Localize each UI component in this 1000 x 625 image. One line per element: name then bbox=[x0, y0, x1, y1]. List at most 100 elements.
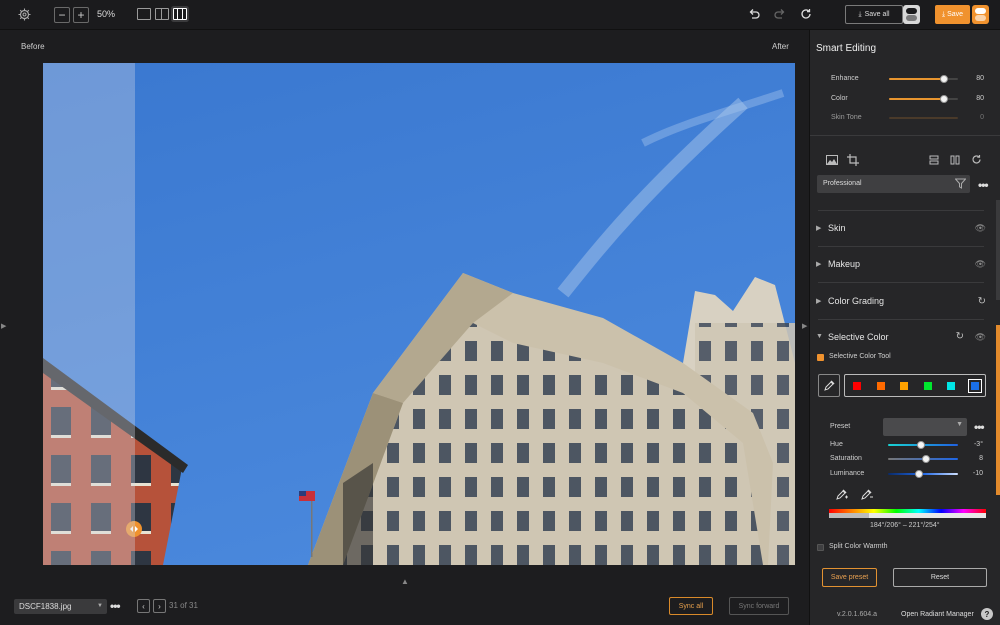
panel-title: Smart Editing bbox=[816, 43, 877, 54]
chevron-down-icon: ▼ bbox=[956, 421, 963, 428]
eyedropper-icon bbox=[823, 380, 835, 391]
file-more-options-icon[interactable]: ••• bbox=[110, 599, 121, 613]
hue-value: -3° bbox=[973, 441, 983, 448]
color-swatch-group bbox=[844, 374, 986, 397]
preset-selector[interactable]: ▼ bbox=[883, 418, 967, 436]
hue-slider[interactable] bbox=[888, 441, 958, 449]
color-swatch[interactable] bbox=[900, 382, 908, 390]
previous-image-button[interactable]: ‹ bbox=[137, 599, 150, 613]
side-by-side-view-icon[interactable] bbox=[155, 8, 169, 20]
rotate-icon[interactable] bbox=[971, 154, 982, 168]
zoom-out-button[interactable]: − bbox=[54, 7, 70, 23]
preset-more-options-icon[interactable]: ••• bbox=[974, 420, 985, 434]
help-icon[interactable]: ? bbox=[981, 608, 993, 620]
skin-tone-slider[interactable] bbox=[889, 117, 958, 119]
settings-gear-icon[interactable] bbox=[17, 7, 31, 21]
profile-more-options-icon[interactable]: ••• bbox=[978, 178, 989, 192]
luminance-slider-thumb[interactable] bbox=[915, 470, 923, 478]
split-color-warmth-checkbox[interactable] bbox=[817, 544, 824, 551]
preset-label: Preset bbox=[830, 423, 851, 430]
photo-preview[interactable] bbox=[43, 63, 795, 565]
section-color-grading[interactable]: ▶ Color Grading ↻ bbox=[816, 294, 986, 310]
slider-fill bbox=[889, 98, 945, 100]
selective-color-tool-checkbox[interactable] bbox=[817, 354, 824, 361]
section-divider bbox=[818, 210, 984, 211]
open-radiant-manager-link[interactable]: Open Radiant Manager bbox=[901, 611, 974, 618]
eye-icon[interactable]: 👁 bbox=[975, 259, 986, 270]
section-skin[interactable]: ▶ Skin 👁 bbox=[816, 221, 986, 237]
skin-tone-value: 0 bbox=[980, 114, 984, 121]
panel-scrollbar-track[interactable] bbox=[996, 200, 1000, 300]
before-split-overlay[interactable] bbox=[43, 63, 135, 565]
filmstrip-expand-icon[interactable]: ▲ bbox=[401, 577, 409, 586]
flip-vertical-icon[interactable] bbox=[929, 155, 939, 168]
eyedropper-button[interactable] bbox=[818, 374, 840, 397]
reset-button[interactable]: Reset bbox=[893, 568, 987, 587]
save-preset-button[interactable]: Save preset bbox=[822, 568, 877, 587]
save-all-options-toggle[interactable] bbox=[903, 5, 920, 24]
sync-all-button[interactable]: Sync all bbox=[669, 597, 713, 615]
slider-fill bbox=[889, 78, 945, 80]
collapse-arrow-icon: ▼ bbox=[816, 333, 823, 340]
save-all-label: Save all bbox=[864, 11, 890, 18]
panel-divider bbox=[810, 135, 1000, 136]
luminance-slider[interactable] bbox=[888, 470, 958, 478]
zoom-in-button[interactable]: + bbox=[73, 7, 89, 23]
next-image-button[interactable]: › bbox=[153, 599, 166, 613]
reset-icon[interactable]: ↻ bbox=[956, 331, 964, 342]
crop-icon[interactable] bbox=[847, 154, 859, 169]
range-marker bbox=[829, 513, 869, 518]
file-selector[interactable]: DSCF1838.jpg ▼ bbox=[14, 599, 107, 614]
sync-forward-button[interactable]: Sync forward bbox=[729, 597, 789, 615]
enhance-label: Enhance bbox=[831, 75, 859, 82]
color-label: Color bbox=[831, 95, 848, 102]
color-swatch[interactable] bbox=[923, 382, 932, 390]
split-view-icon[interactable] bbox=[173, 8, 187, 20]
refresh-icon[interactable] bbox=[800, 8, 812, 20]
section-makeup-title: Makeup bbox=[828, 259, 861, 269]
flip-horizontal-icon[interactable] bbox=[950, 155, 960, 168]
color-swatch[interactable] bbox=[947, 382, 955, 390]
section-selective-color[interactable]: ▼ Selective Color ↻ 👁 bbox=[816, 330, 986, 346]
saturation-slider[interactable] bbox=[888, 455, 958, 463]
eye-icon[interactable]: 👁 bbox=[975, 332, 986, 343]
color-swatch[interactable] bbox=[853, 382, 861, 390]
single-view-icon[interactable] bbox=[137, 8, 151, 20]
download-icon: ⤓ bbox=[858, 10, 862, 18]
hue-slider-thumb[interactable] bbox=[917, 441, 925, 449]
chevron-down-icon: ▼ bbox=[97, 603, 103, 609]
luminance-value: -10 bbox=[972, 470, 983, 477]
color-swatch[interactable] bbox=[876, 382, 885, 390]
color-value: 80 bbox=[976, 95, 984, 102]
color-slider[interactable] bbox=[889, 95, 958, 103]
left-panel-expand-icon[interactable]: ▶ bbox=[1, 322, 6, 330]
eyedropper-add-icon[interactable] bbox=[836, 488, 848, 503]
right-panel-collapse-icon[interactable]: ▶ bbox=[802, 322, 807, 330]
eyedropper-subtract-icon[interactable] bbox=[861, 488, 873, 503]
section-makeup[interactable]: ▶ Makeup 👁 bbox=[816, 257, 986, 273]
expand-arrow-icon: ▶ bbox=[816, 298, 822, 305]
section-divider bbox=[818, 282, 984, 283]
reset-icon[interactable]: ↻ bbox=[978, 296, 986, 307]
profile-selector[interactable]: Professional bbox=[817, 175, 970, 193]
section-selective-color-title: Selective Color bbox=[828, 332, 889, 342]
save-all-button[interactable]: ⤓ Save all bbox=[845, 5, 903, 24]
redo-icon[interactable] bbox=[774, 8, 786, 20]
undo-icon[interactable] bbox=[748, 8, 760, 20]
saturation-slider-thumb[interactable] bbox=[922, 455, 930, 463]
section-skin-title: Skin bbox=[828, 223, 846, 233]
hue-range-bar[interactable] bbox=[829, 509, 986, 518]
file-name: DSCF1838.jpg bbox=[19, 602, 72, 611]
color-swatch[interactable] bbox=[967, 379, 982, 393]
skin-tone-label: Skin Tone bbox=[831, 114, 862, 121]
save-button[interactable]: ⤓ Save bbox=[935, 5, 970, 24]
save-options-toggle[interactable] bbox=[972, 5, 989, 24]
panel-scrollbar-thumb[interactable] bbox=[996, 325, 1000, 495]
enhance-slider[interactable] bbox=[889, 75, 958, 83]
top-toolbar: − + 50% ⤓ Save all ⤓ Save bbox=[0, 0, 1000, 30]
image-icon[interactable] bbox=[826, 155, 838, 168]
filter-icon bbox=[954, 178, 967, 197]
after-label: After bbox=[772, 42, 789, 51]
save-label: Save bbox=[947, 11, 964, 18]
eye-icon[interactable]: 👁 bbox=[975, 223, 986, 234]
